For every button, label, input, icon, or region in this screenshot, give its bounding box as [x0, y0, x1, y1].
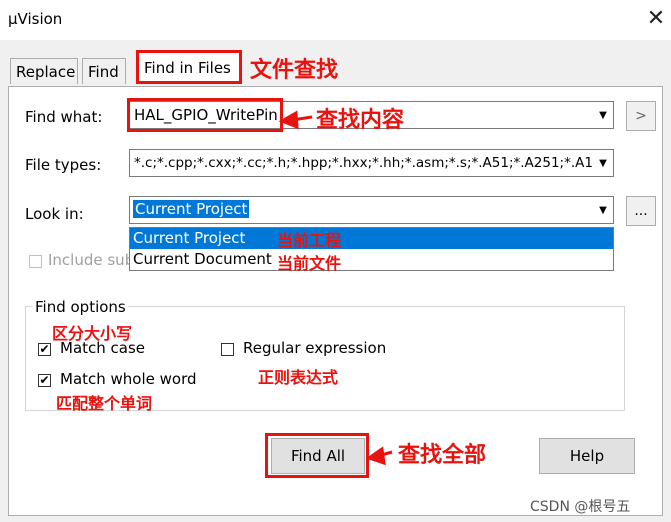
annotation-current-project: 当前工程	[277, 231, 342, 250]
arrow-find-all-head	[365, 446, 386, 466]
annotation-current-file: 当前文件	[277, 254, 342, 273]
annotation-match-whole-word: 匹配整个单词	[56, 394, 153, 413]
annotation-file-search: 文件查找	[250, 58, 339, 83]
arrow-find-content-head	[278, 110, 299, 130]
annotation-find-content: 查找内容	[316, 108, 405, 133]
annotation-regex: 正则表达式	[258, 368, 339, 387]
annotation-find-all: 查找全部	[398, 443, 487, 468]
watermark: CSDN @根号五	[530, 499, 631, 515]
annotation-case-sensitive: 区分大小写	[52, 324, 133, 343]
